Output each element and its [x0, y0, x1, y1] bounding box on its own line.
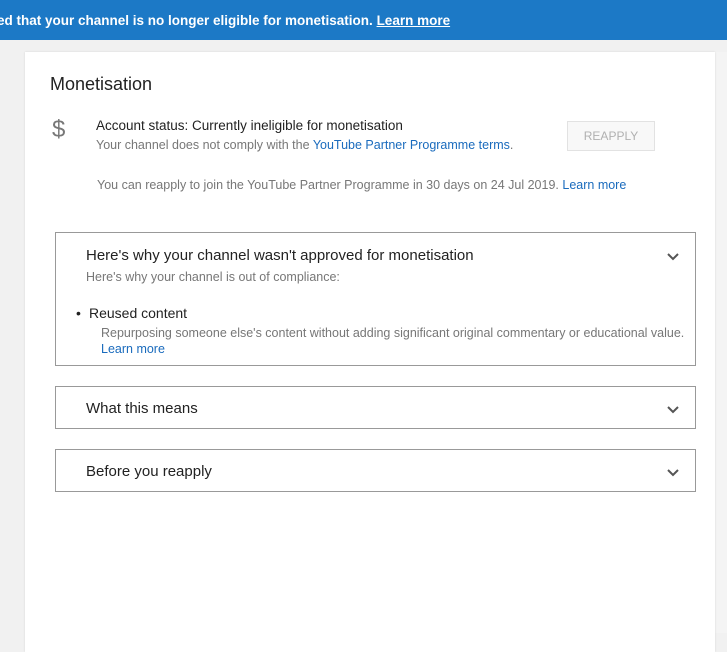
panel-title: Before you reapply	[86, 463, 212, 480]
account-status: Account status: Currently ineligible for…	[96, 118, 403, 133]
reused-learn-more-link[interactable]: Learn more	[101, 342, 165, 356]
reused-content-item: Reused content	[76, 305, 187, 321]
reused-content-desc: Repurposing someone else's content witho…	[101, 326, 685, 356]
right-rail	[715, 52, 727, 633]
chevron-down-icon[interactable]	[666, 466, 680, 480]
chevron-down-icon[interactable]	[666, 250, 680, 264]
notice-learn-more-link[interactable]: Learn more	[562, 178, 626, 192]
banner-message: ed that your channel is no longer eligib…	[0, 13, 451, 28]
panel-subtitle: Here's why your channel is out of compli…	[86, 270, 340, 284]
reapply-notice: You can reapply to join the YouTube Part…	[97, 178, 627, 192]
chevron-down-icon[interactable]	[666, 403, 680, 417]
top-banner: ed that your channel is no longer eligib…	[0, 0, 727, 40]
panel-title: What this means	[86, 400, 198, 417]
why-not-approved-panel[interactable]: Here's why your channel wasn't approved …	[55, 232, 696, 366]
dollar-icon: $	[52, 116, 66, 143]
what-this-means-panel[interactable]: What this means	[55, 386, 696, 429]
partner-terms-link[interactable]: YouTube Partner Programme terms	[313, 138, 510, 152]
banner-learn-more-link[interactable]: Learn more	[377, 13, 451, 28]
compliance-text: Your channel does not comply with the Yo…	[96, 138, 514, 152]
page-title: Monetisation	[50, 74, 153, 94]
panel-title: Here's why your channel wasn't approved …	[86, 247, 474, 264]
monetisation-card: Monetisation $ Account status: Currently…	[25, 52, 715, 652]
before-you-reapply-panel[interactable]: Before you reapply	[55, 449, 696, 492]
reapply-button[interactable]: REAPPLY	[567, 121, 655, 151]
